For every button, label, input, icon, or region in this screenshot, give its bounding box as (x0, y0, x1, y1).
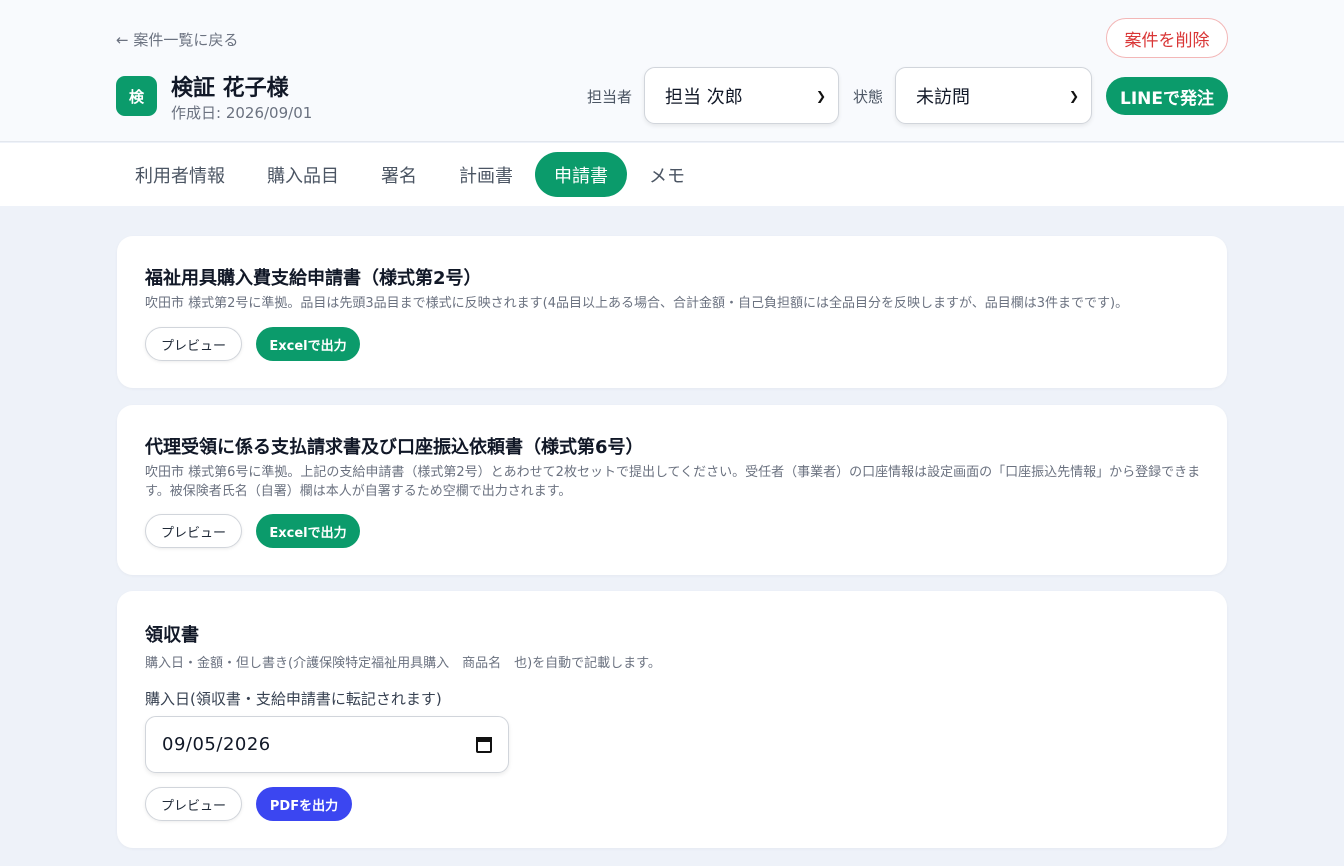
card-description: 吹田市 様式第2号に準拠。品目は先頭3品目まで様式に反映されます(4品目以上ある… (145, 296, 1129, 311)
tab-signature[interactable]: 署名 (366, 152, 432, 197)
tab-application[interactable]: 申請書 (535, 152, 627, 197)
pdf-export-button[interactable]: PDFを出力 (256, 787, 352, 821)
line-order-button[interactable]: LINEで発注 (1106, 77, 1228, 115)
purchase-date-value: 09/05/2026 (162, 734, 271, 755)
tab-user-info[interactable]: 利用者情報 (120, 152, 240, 197)
payment-request-card: 代理受領に係る支払請求書及び口座振込依頼書（様式第6号） 吹田市 様式第6号に準… (117, 405, 1227, 575)
application-form-card: 福祉用具購入費支給申請書（様式第2号） 吹田市 様式第2号に準拠。品目は先頭3品… (117, 236, 1227, 388)
tab-bar: 利用者情報 購入品目 署名 計画書 申請書 メモ (0, 143, 1344, 206)
page-header: ← 案件一覧に戻る 検 検証 花子様 作成日: 2026/09/01 案件を削除… (0, 0, 1344, 142)
chevron-down-icon: ❯ (1068, 88, 1079, 103)
card-title: 福祉用具購入費支給申請書（様式第2号） (145, 268, 482, 289)
page-title: 検証 花子様 (171, 76, 289, 101)
created-date: 作成日: 2026/09/01 (171, 104, 313, 122)
calendar-icon[interactable] (476, 736, 492, 753)
card-description: 購入日・金額・但し書き(介護保険特定福祉用具購入 商品名 也)を自動で記載します… (145, 656, 661, 671)
status-label: 状態 (853, 88, 884, 106)
card-description: 吹田市 様式第6号に準拠。上記の支給申請書（様式第2号）とあわせて2枚セットで提… (145, 465, 1201, 499)
status-select[interactable]: 未訪問 ❯ (895, 67, 1092, 124)
purchase-date-label: 購入日(領収書・支給申請書に転記されます) (145, 690, 442, 708)
back-to-list-link[interactable]: ← 案件一覧に戻る (116, 29, 238, 50)
assignee-select[interactable]: 担当 次郎 ❯ (644, 67, 839, 124)
tab-memo[interactable]: メモ (637, 152, 697, 197)
assignee-label: 担当者 (587, 88, 633, 106)
preview-button[interactable]: プレビュー (145, 327, 242, 361)
delete-case-button[interactable]: 案件を削除 (1106, 18, 1228, 58)
assignee-value: 担当 次郎 (665, 86, 743, 108)
status-value: 未訪問 (916, 86, 970, 108)
chevron-down-icon: ❯ (815, 88, 826, 103)
avatar: 検 (116, 76, 157, 116)
tab-plan[interactable]: 計画書 (444, 152, 528, 197)
excel-export-button[interactable]: Excelで出力 (256, 327, 360, 361)
card-title: 領収書 (145, 625, 199, 646)
preview-button[interactable]: プレビュー (145, 787, 242, 821)
tab-purchase-items[interactable]: 購入品目 (252, 152, 354, 197)
preview-button[interactable]: プレビュー (145, 514, 242, 548)
purchase-date-input[interactable]: 09/05/2026 (145, 716, 509, 773)
card-title: 代理受領に係る支払請求書及び口座振込依頼書（様式第6号） (145, 437, 644, 458)
receipt-card: 領収書 購入日・金額・但し書き(介護保険特定福祉用具購入 商品名 也)を自動で記… (117, 591, 1227, 848)
excel-export-button[interactable]: Excelで出力 (256, 514, 360, 548)
